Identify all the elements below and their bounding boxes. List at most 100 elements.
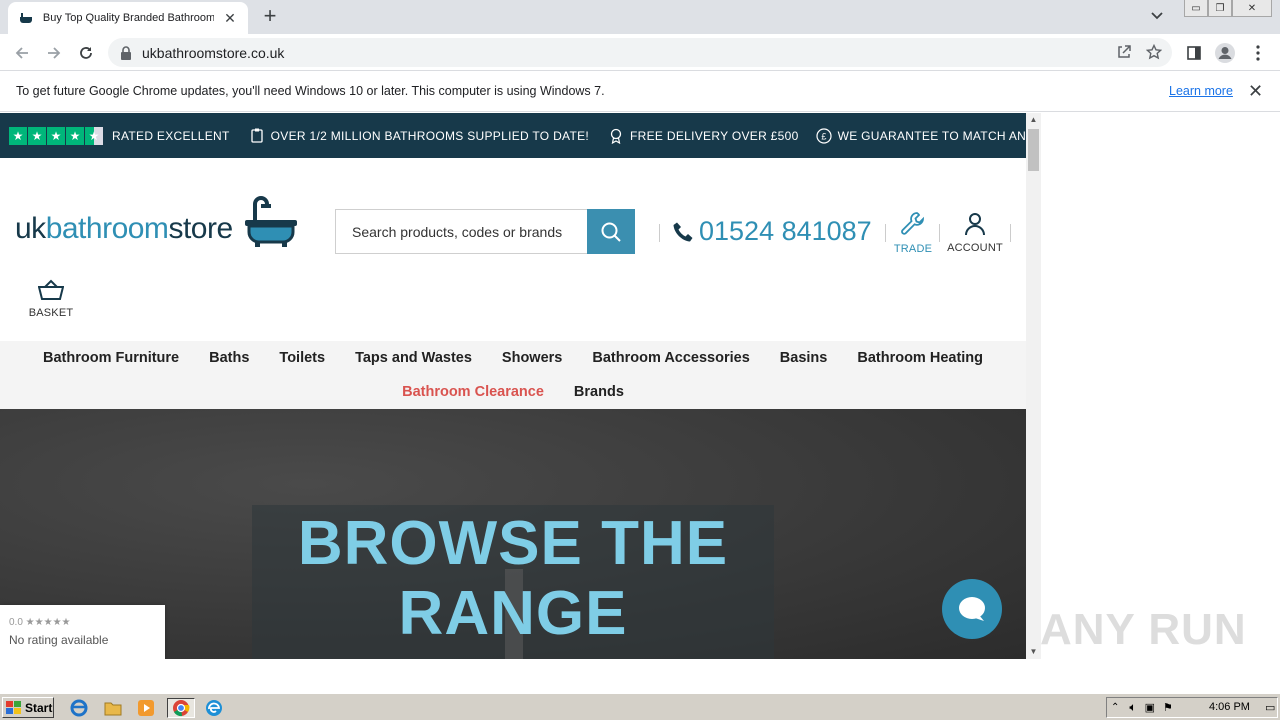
file-explorer-icon[interactable] — [102, 698, 124, 718]
tray-expand-icon[interactable]: ⌃ — [1111, 702, 1119, 713]
phone-contact[interactable]: 01524 841087 — [672, 216, 872, 247]
phone-number: 01524 841087 — [699, 216, 872, 246]
bookmark-star-icon[interactable] — [1145, 43, 1163, 65]
action-center-flag-icon[interactable]: ⚑ — [1163, 701, 1173, 714]
search-icon — [601, 222, 621, 242]
nav-item-baths[interactable]: Baths — [209, 350, 249, 366]
nav-item-bathroom-clearance[interactable]: Bathroom Clearance — [402, 384, 544, 400]
minimize-icon[interactable]: ▭ — [1184, 0, 1208, 17]
nav-item-bathroom-accessories[interactable]: Bathroom Accessories — [592, 350, 749, 366]
learn-more-link[interactable]: Learn more — [1169, 84, 1233, 98]
svg-text:£: £ — [821, 131, 826, 141]
chat-button[interactable] — [942, 579, 1002, 639]
windows-logo-icon — [6, 700, 21, 714]
ie-icon[interactable] — [68, 698, 90, 718]
share-icon[interactable] — [1116, 44, 1132, 65]
trustpilot-stars-icon: ★ ★ ★ ★ ★ — [9, 126, 104, 145]
site-header: ukbathroomstore 01524 841087 — [0, 158, 1026, 341]
volume-icon[interactable]: 🔈︎ — [1129, 700, 1136, 715]
show-desktop-icon[interactable]: ▭ — [1265, 701, 1275, 714]
tab-search-chevron-icon[interactable] — [1150, 8, 1170, 26]
nav-item-bathroom-furniture[interactable]: Bathroom Furniture — [43, 350, 179, 366]
anyrun-watermark: ANY RUN — [1040, 605, 1247, 654]
bathtub-logo-icon — [244, 196, 297, 247]
empty-area — [1041, 113, 1280, 659]
site-logo[interactable]: ukbathroomstore — [15, 196, 299, 247]
trade-link[interactable]: TRADE — [893, 211, 933, 255]
page-viewport: ★ ★ ★ ★ ★ RATED EXCELLENT OVER 1/2 MILLION B… — [0, 113, 1026, 659]
basket-link[interactable]: BASKET — [28, 279, 74, 319]
infobar-message: To get future Google Chrome updates, you… — [16, 84, 605, 98]
browser-tab[interactable]: Buy Top Quality Branded Bathrooms ✕ — [8, 2, 248, 34]
back-icon[interactable] — [11, 42, 33, 64]
nav-item-taps-and-wastes[interactable]: Taps and Wastes — [355, 350, 472, 366]
search-input[interactable] — [335, 209, 587, 254]
header-divider — [939, 224, 940, 242]
user-icon — [965, 213, 985, 236]
promo-guarantee-text: WE GUARANTEE TO MATCH ANY GENUINE PRICE — [837, 128, 1026, 143]
restore-icon[interactable]: ❐ — [1208, 0, 1232, 17]
start-button[interactable]: Start — [2, 697, 54, 718]
promo-supplied-text: OVER 1/2 MILLION BATHROOMS SUPPLIED TO D… — [270, 128, 590, 143]
media-player-icon[interactable] — [135, 698, 157, 718]
tab-close-icon[interactable]: ✕ — [222, 10, 238, 27]
system-tray: ⌃ 🔈︎ ▣ ⚑ ▭ — [1106, 697, 1278, 718]
window-close-icon[interactable]: ✕ — [1232, 0, 1272, 17]
nav-item-showers[interactable]: Showers — [502, 350, 562, 366]
rating-text: No rating available — [9, 633, 109, 647]
hero-heading-line2: RANGE — [398, 579, 628, 648]
nav-row-secondary: Bathroom Clearance Brands — [0, 384, 1026, 400]
wrench-icon — [901, 212, 924, 235]
chrome-taskbar-icon[interactable] — [167, 698, 195, 718]
search-button[interactable] — [587, 209, 635, 254]
chat-bubble-icon — [959, 597, 985, 621]
nav-row-primary: Bathroom Furniture Baths Toilets Taps an… — [0, 350, 1026, 366]
bathtub-favicon-icon — [18, 10, 34, 26]
promo-guarantee: £ WE GUARANTEE TO MATCH ANY GENUINE PRIC… — [815, 127, 1026, 144]
account-link[interactable]: ACCOUNT — [947, 212, 1003, 254]
window-controls: ▭ ❐ ✕ — [1184, 0, 1272, 18]
rating-score: 0.0 ★★★★★ — [9, 617, 71, 628]
promo-delivery: FREE DELIVERY OVER £500 — [608, 128, 799, 144]
promo-delivery-text: FREE DELIVERY OVER £500 — [630, 128, 799, 143]
url-text: ukbathroomstore.co.uk — [142, 44, 285, 61]
promo-rating: RATED EXCELLENT — [112, 128, 230, 143]
nav-item-bathroom-heating[interactable]: Bathroom Heating — [857, 350, 983, 366]
clipboard-icon — [249, 128, 265, 144]
hero-heading: BROWSE THE RANGE — [252, 509, 774, 649]
infobar-close-icon[interactable]: ✕ — [1248, 81, 1263, 102]
page-scrollbar[interactable]: ▲ ▼ — [1026, 113, 1041, 659]
taskbar-clock[interactable]: 4:06 PM — [1209, 701, 1250, 713]
reload-icon[interactable] — [75, 42, 97, 64]
trade-label: TRADE — [893, 243, 933, 255]
basket-label: BASKET — [28, 307, 74, 319]
side-panel-icon[interactable] — [1182, 41, 1206, 65]
hero-heading-line1: BROWSE THE — [297, 509, 729, 578]
main-nav: Bathroom Furniture Baths Toilets Taps an… — [0, 341, 1026, 409]
basket-icon — [38, 279, 64, 300]
browser-toolbar: ukbathroomstore.co.uk — [0, 34, 1280, 71]
update-infobar: To get future Google Chrome updates, you… — [0, 72, 1280, 112]
edge-icon[interactable] — [203, 698, 225, 718]
tab-title: Buy Top Quality Branded Bathrooms — [42, 12, 215, 24]
tab-strip: Buy Top Quality Branded Bathrooms ✕ + ▭ … — [0, 0, 1280, 34]
network-icon[interactable]: ▣ — [1145, 701, 1155, 714]
header-divider — [885, 224, 886, 242]
nav-item-toilets[interactable]: Toilets — [279, 350, 325, 366]
rating-widget[interactable]: 0.0 ★★★★★ No rating available — [0, 605, 165, 659]
profile-avatar-icon[interactable] — [1213, 41, 1237, 65]
nav-item-brands[interactable]: Brands — [574, 384, 624, 400]
scroll-up-arrow-icon[interactable]: ▲ — [1026, 113, 1041, 127]
lock-icon[interactable] — [120, 45, 132, 60]
scroll-thumb[interactable] — [1028, 129, 1039, 171]
header-divider — [1010, 224, 1011, 242]
award-ribbon-icon — [608, 128, 624, 144]
nav-item-basins[interactable]: Basins — [780, 350, 828, 366]
promo-bar: ★ ★ ★ ★ ★ RATED EXCELLENT OVER 1/2 MILLION B… — [0, 113, 1026, 158]
new-tab-icon[interactable]: + — [258, 5, 282, 29]
scroll-down-arrow-icon[interactable]: ▼ — [1026, 645, 1041, 659]
pound-coin-icon: £ — [815, 127, 832, 144]
address-bar[interactable]: ukbathroomstore.co.uk — [108, 38, 1172, 67]
menu-kebab-icon[interactable] — [1246, 41, 1270, 65]
forward-icon[interactable] — [43, 42, 65, 64]
